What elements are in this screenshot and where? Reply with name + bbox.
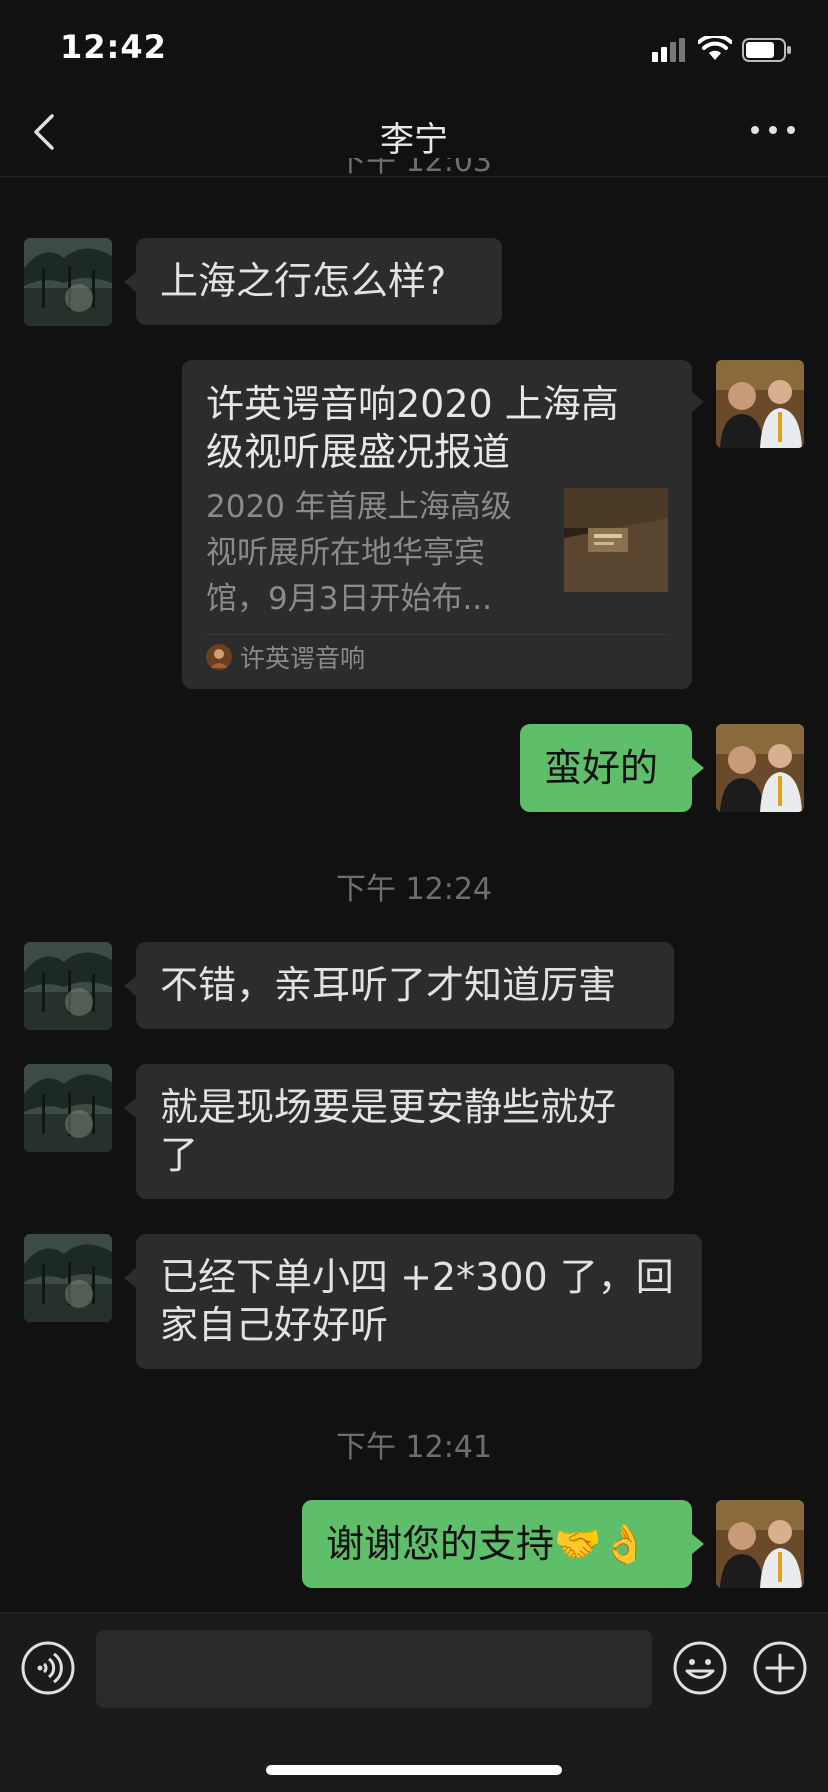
link-card-description: 2020 年首展上海高级 视听展所在地华亭宾 馆，9月3日开始布...	[206, 489, 512, 617]
message-text: 上海之行怎么样?	[160, 259, 447, 303]
nav-divider	[0, 176, 828, 177]
voice-icon[interactable]	[20, 1640, 76, 1696]
source-avatar-icon	[206, 644, 232, 670]
plus-icon[interactable]	[752, 1640, 808, 1696]
message-text: 谢谢您的支持🤝👌	[326, 1522, 649, 1566]
timestamp: 下午 12:24	[336, 872, 492, 907]
battery-icon	[742, 38, 791, 62]
message-bubble-outgoing[interactable]: 蛮好的	[520, 724, 692, 812]
chat-title: 李宁	[380, 120, 448, 160]
link-card-source: 许英谔音响	[240, 644, 366, 673]
message-bubble-incoming[interactable]: 上海之行怎么样?	[136, 238, 502, 325]
timestamp: 下午 12:41	[336, 1430, 492, 1465]
message-text-line: 已经下单小四 +2*300 了，回	[160, 1255, 674, 1299]
emoji-icon[interactable]	[672, 1640, 728, 1696]
home-indicator	[266, 1765, 562, 1775]
message-text: 不错，亲耳听了才知道厉害	[160, 963, 617, 1007]
contact-avatar[interactable]	[24, 1234, 112, 1322]
link-card-title: 许英谔音响2020 上海高 级视听展盛况报道	[206, 382, 619, 474]
contact-avatar[interactable]	[24, 238, 112, 326]
more-dots-icon[interactable]	[748, 120, 798, 140]
message-text: 蛮好的	[544, 746, 659, 790]
input-bar-divider	[0, 1612, 828, 1613]
my-avatar[interactable]	[716, 724, 804, 812]
link-card-divider	[206, 634, 668, 635]
message-text-line: 家自己好好听	[160, 1303, 389, 1347]
wifi-icon	[698, 36, 732, 60]
message-bubble-incoming[interactable]: 已经下单小四 +2*300 了，回 家自己好好听	[136, 1234, 702, 1369]
timestamp: 下午 12:03	[336, 158, 492, 178]
link-card[interactable]: 许英谔音响2020 上海高 级视听展盛况报道 2020 年首展上海高级 视听展所…	[182, 360, 692, 689]
my-avatar[interactable]	[716, 1500, 804, 1588]
my-avatar[interactable]	[716, 360, 804, 448]
cellular-signal-icon	[652, 38, 685, 62]
status-time: 12:42	[60, 28, 167, 66]
message-bubble-incoming[interactable]: 就是现场要是更安静些就好 了	[136, 1064, 674, 1199]
contact-avatar[interactable]	[24, 942, 112, 1030]
message-text-line: 就是现场要是更安静些就好	[160, 1085, 617, 1129]
message-text-line: 了	[160, 1133, 199, 1177]
link-card-thumbnail	[564, 488, 668, 592]
message-bubble-outgoing[interactable]: 谢谢您的支持🤝👌	[302, 1500, 692, 1588]
message-input[interactable]	[96, 1630, 652, 1708]
message-bubble-incoming[interactable]: 不错，亲耳听了才知道厉害	[136, 942, 674, 1029]
contact-avatar[interactable]	[24, 1064, 112, 1152]
